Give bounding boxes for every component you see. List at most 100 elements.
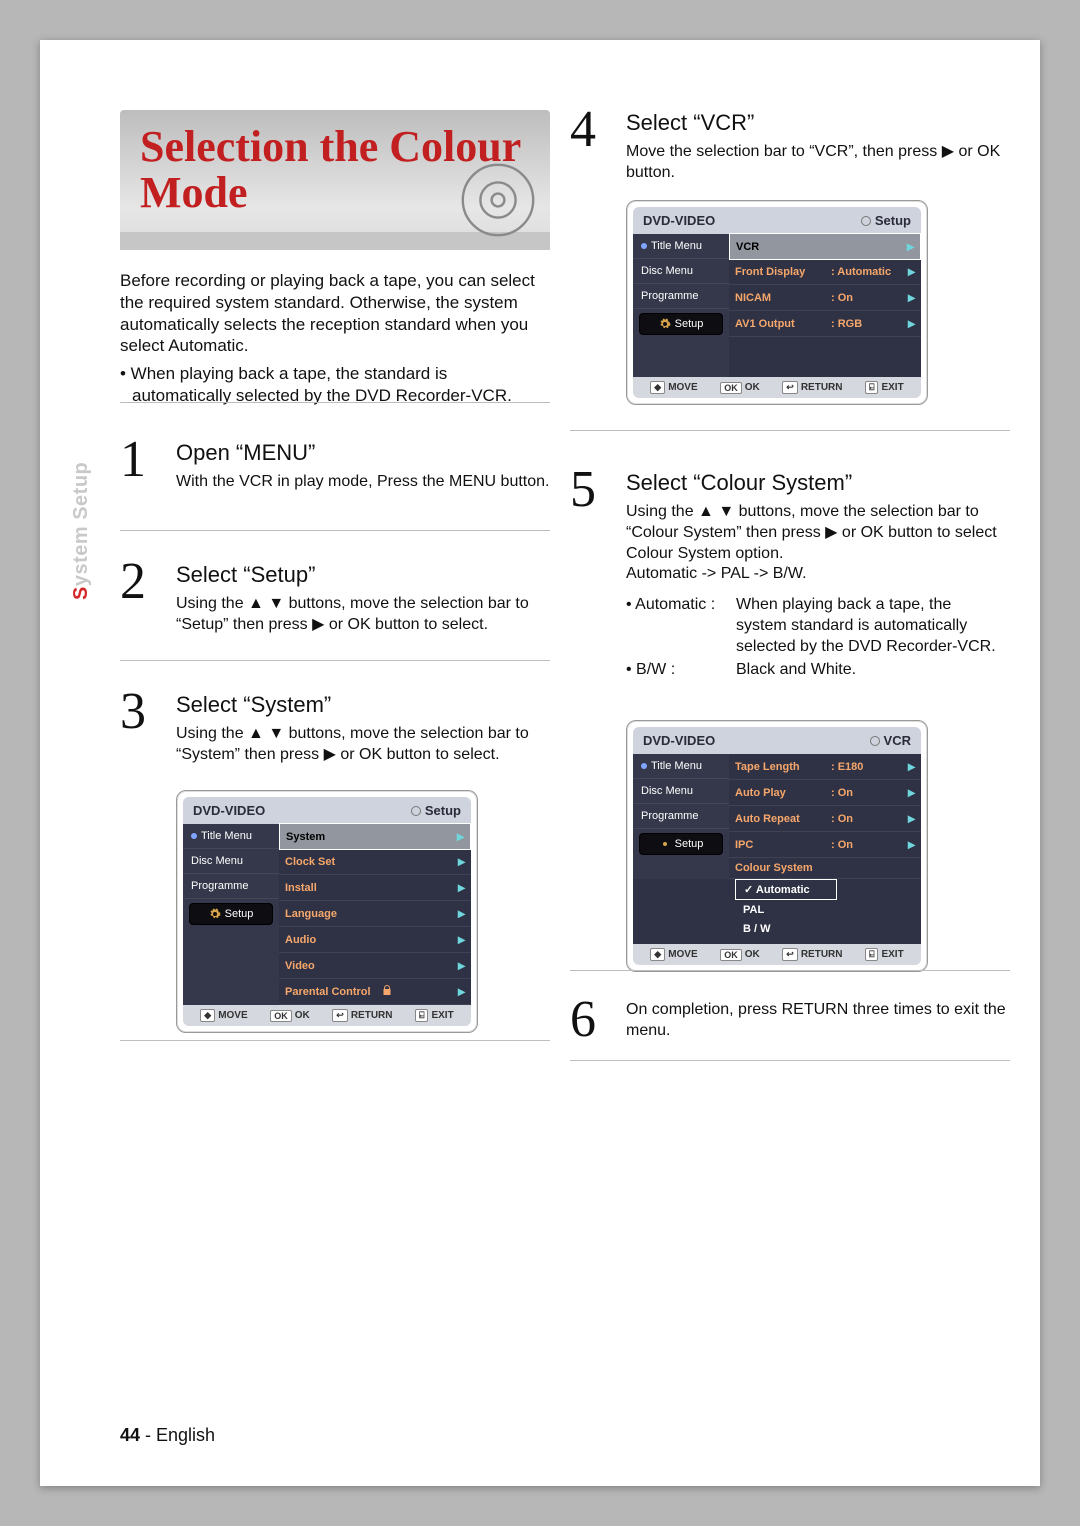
osd-row-av1-output[interactable]: AV1 Output: RGB▸: [729, 311, 921, 337]
exit-key-icon: ⍇: [415, 1009, 428, 1022]
nav-programme[interactable]: Programme: [633, 284, 729, 309]
osd-main: VCR ▸ Front Display: Automatic▸ NICAM: O…: [729, 234, 921, 377]
circle-icon: [411, 806, 421, 816]
osd-row-language[interactable]: Language▸: [279, 901, 471, 927]
chevron-right-icon: ▸: [458, 931, 465, 948]
divider: [570, 430, 1010, 431]
nav-title-menu[interactable]: Title Menu: [633, 754, 729, 779]
move-key-icon: ◆: [650, 948, 665, 961]
nav-disc-menu[interactable]: Disc Menu: [183, 849, 279, 874]
divider: [570, 1060, 1010, 1061]
osd-header-title: DVD-VIDEO: [643, 733, 715, 748]
osd-main: Tape Length: E180▸ Auto Play: On▸ Auto R…: [729, 754, 921, 879]
nav-disc-menu[interactable]: Disc Menu: [633, 259, 729, 284]
osd-header: DVD-VIDEO VCR: [633, 727, 921, 754]
osd-row-auto-repeat[interactable]: Auto Repeat: On▸: [729, 806, 921, 832]
step-5-definitions: • Automatic :When playing back a tape, t…: [626, 595, 1006, 680]
chevron-right-icon: ▸: [908, 784, 915, 801]
osd-row-front-display[interactable]: Front Display: Automatic▸: [729, 259, 921, 285]
step-1-text: With the VCR in play mode, Press the MEN…: [176, 472, 556, 493]
chevron-right-icon: ▸: [458, 853, 465, 870]
osd-header-crumb: Setup: [425, 803, 461, 818]
nav-setup[interactable]: Setup: [639, 833, 723, 855]
osd-panel-colour-system: DVD-VIDEO VCR Title Menu Disc Menu Progr…: [626, 720, 928, 972]
osd-footer: ◆MOVE OKOK ↩RETURN ⍇EXIT: [633, 944, 921, 965]
return-key-icon: ↩: [782, 948, 798, 961]
osd-footer: ◆MOVE OKOK ↩RETURN ⍇EXIT: [183, 1005, 471, 1026]
chevron-right-icon: ▸: [908, 758, 915, 775]
nav-programme[interactable]: Programme: [633, 804, 729, 829]
exit-key-icon: ⍇: [865, 381, 878, 394]
osd-footer: ◆MOVE OKOK ↩RETURN ⍇EXIT: [633, 377, 921, 398]
side-tab-system-setup: System Setup: [70, 462, 93, 600]
osd-header-crumb: Setup: [875, 213, 911, 228]
step-number-1: 1: [120, 434, 146, 486]
ok-key-icon: OK: [270, 1010, 292, 1022]
osd-row-clock-set[interactable]: Clock Set▸: [279, 849, 471, 875]
side-tab-rest: ystem Setup: [70, 462, 92, 586]
move-key-icon: ◆: [200, 1009, 215, 1022]
osd-row-nicam[interactable]: NICAM: On▸: [729, 285, 921, 311]
intro-bullet: • When playing back a tape, the standard…: [120, 363, 550, 407]
osd-nav: Title Menu Disc Menu Programme Setup: [633, 234, 729, 377]
check-icon: ✓: [744, 884, 753, 896]
move-key-icon: ◆: [650, 381, 665, 394]
osd-header-crumb: VCR: [884, 733, 911, 748]
osd-row-system[interactable]: System ▸: [279, 823, 471, 850]
step-5-title: Select “Colour System”: [626, 470, 1006, 496]
chevron-right-icon: ▸: [907, 238, 914, 255]
osd-row-audio[interactable]: Audio▸: [279, 927, 471, 953]
divider: [120, 660, 550, 661]
gear-icon: [659, 838, 671, 850]
osd-row-vcr[interactable]: VCR ▸: [729, 233, 921, 260]
circle-icon: [870, 736, 880, 746]
page-sep: -: [140, 1425, 156, 1445]
chevron-right-icon: ▸: [458, 879, 465, 896]
osd-header-title: DVD-VIDEO: [193, 803, 265, 818]
osd-nav: Title Menu Disc Menu Programme Setup: [633, 754, 729, 879]
colour-option-pal[interactable]: PAL: [735, 901, 835, 919]
step-number-2: 2: [120, 556, 146, 608]
return-key-icon: ↩: [782, 381, 798, 394]
osd-panel-system: DVD-VIDEO Setup Title Menu Disc Menu Pro…: [176, 790, 478, 1033]
lock-icon: [381, 984, 393, 999]
divider: [570, 970, 1010, 971]
step-number-6: 6: [570, 994, 596, 1046]
title-banner: Selection the Colour Mode: [120, 110, 550, 250]
step-2-title: Select “Setup”: [176, 562, 556, 588]
intro-text: Before recording or playing back a tape,…: [120, 270, 550, 407]
osd-row-colour-system[interactable]: Colour System: [729, 858, 921, 879]
step-3-title: Select “System”: [176, 692, 556, 718]
ok-key-icon: OK: [720, 382, 742, 394]
chevron-right-icon: ▸: [458, 957, 465, 974]
osd-row-parental[interactable]: Parental Control ▸: [279, 979, 471, 1005]
nav-setup[interactable]: Setup: [639, 313, 723, 335]
osd-row-ipc[interactable]: IPC: On▸: [729, 832, 921, 858]
osd-nav: Title Menu Disc Menu Programme Setup: [183, 824, 279, 1005]
step-6-text: On completion, press RETURN three times …: [626, 1000, 1006, 1042]
osd-row-tape-length[interactable]: Tape Length: E180▸: [729, 754, 921, 780]
return-key-icon: ↩: [332, 1009, 348, 1022]
gear-icon: [209, 908, 221, 920]
colour-option-bw[interactable]: B / W: [735, 920, 835, 938]
chevron-right-icon: ▸: [908, 263, 915, 280]
nav-title-menu[interactable]: Title Menu: [183, 824, 279, 849]
step-4-text: Move the selection bar to “VCR”, then pr…: [626, 142, 1006, 184]
gear-icon: [659, 318, 671, 330]
step-2-text: Using the ▲ ▼ buttons, move the selectio…: [176, 594, 556, 636]
osd-panel-vcr: DVD-VIDEO Setup Title Menu Disc Menu Pro…: [626, 200, 928, 405]
side-tab-initial: S: [70, 586, 92, 600]
osd-row-video[interactable]: Video▸: [279, 953, 471, 979]
osd-row-install[interactable]: Install▸: [279, 875, 471, 901]
colour-option-automatic[interactable]: ✓ Automatic: [735, 879, 837, 900]
osd-row-auto-play[interactable]: Auto Play: On▸: [729, 780, 921, 806]
nav-setup[interactable]: Setup: [189, 903, 273, 925]
nav-title-menu[interactable]: Title Menu: [633, 234, 729, 259]
nav-disc-menu[interactable]: Disc Menu: [633, 779, 729, 804]
chevron-right-icon: ▸: [908, 315, 915, 332]
chevron-right-icon: ▸: [458, 905, 465, 922]
step-number-3: 3: [120, 686, 146, 738]
nav-programme[interactable]: Programme: [183, 874, 279, 899]
step-1-title: Open “MENU”: [176, 440, 556, 466]
chevron-right-icon: ▸: [458, 983, 465, 1000]
